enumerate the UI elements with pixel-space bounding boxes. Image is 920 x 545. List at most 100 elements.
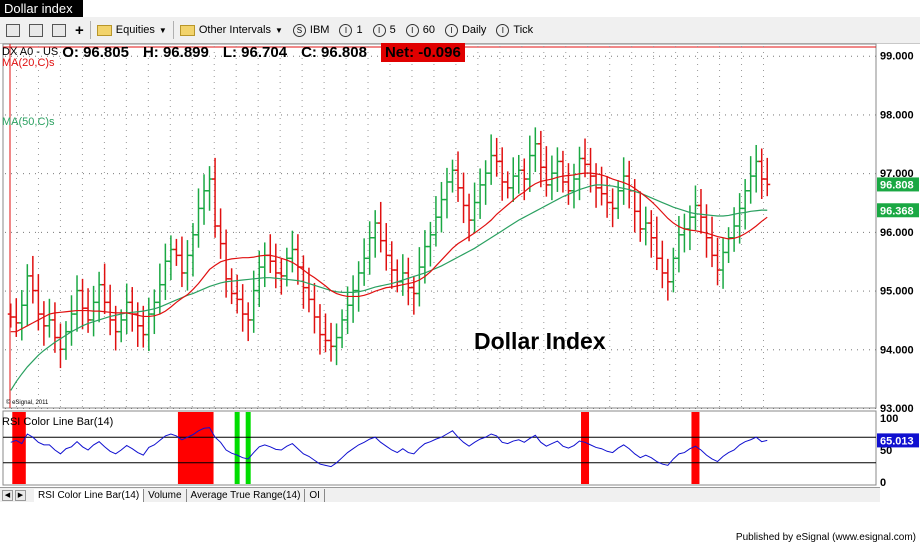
grid-dot: [609, 268, 611, 269]
rsi-overbought-bar: [205, 412, 214, 484]
grid-dot: [675, 148, 677, 149]
grid-dot: [491, 290, 492, 292]
grid-dot: [235, 196, 237, 197]
grid-dot: [543, 244, 545, 245]
grid-dot: [551, 55, 552, 57]
grid-dot: [719, 370, 721, 371]
grid-dot: [477, 106, 479, 107]
next-tab-icon[interactable]: ▶: [15, 489, 26, 501]
grid-dot: [161, 173, 162, 175]
grid-dot: [367, 214, 369, 215]
grid-dot: [631, 388, 633, 389]
grid-dot: [631, 400, 633, 401]
tab-rsi[interactable]: RSI Color Line Bar(14): [34, 488, 145, 502]
grid-dot: [675, 256, 677, 257]
grid-dot: [845, 173, 846, 175]
grid-dot: [213, 118, 215, 119]
grid-dot: [563, 55, 564, 57]
add-icon[interactable]: +: [75, 20, 84, 40]
link-icon[interactable]: [6, 20, 23, 40]
grid-dot: [367, 388, 369, 389]
grid-dot: [279, 262, 281, 263]
tab-volume[interactable]: Volume: [144, 488, 187, 502]
grid-dot: [411, 250, 413, 251]
grid-dot: [389, 166, 391, 167]
grid-dot: [697, 286, 699, 287]
grid-dot: [587, 244, 589, 245]
grid-dot: [279, 148, 281, 149]
grid-dot: [37, 130, 39, 131]
grid-dot: [147, 232, 149, 233]
grid-dot: [605, 408, 606, 409]
other-intervals-button[interactable]: Other Intervals ▼: [179, 20, 283, 40]
ibm-button[interactable]: S IBM: [292, 20, 329, 40]
grid-dot: [779, 55, 780, 57]
grid-dot: [37, 334, 39, 335]
tab-oi[interactable]: OI: [305, 488, 325, 502]
grid-dot: [697, 400, 699, 401]
chart-icon[interactable]: [29, 20, 46, 40]
grid-dot: [433, 154, 435, 155]
grid-dot: [371, 231, 372, 233]
daily-button[interactable]: I Daily: [444, 20, 486, 40]
interval-5-button[interactable]: I5: [372, 20, 396, 40]
grid-dot: [539, 290, 540, 292]
grid-dot: [235, 112, 237, 113]
grid-dot: [389, 274, 391, 275]
interval-1-button[interactable]: I1: [339, 20, 363, 40]
grid-dot: [725, 231, 726, 233]
grid-dot: [367, 298, 369, 299]
grid-dot: [461, 173, 462, 175]
page-icon[interactable]: [52, 20, 69, 40]
grid-dot: [565, 370, 567, 371]
grid-dot: [763, 118, 764, 119]
grid-dot: [743, 290, 744, 292]
grid-dot: [235, 142, 237, 143]
grid-dot: [609, 256, 611, 257]
grid-dot: [389, 346, 391, 347]
grid-dot: [741, 244, 743, 245]
grid-dot: [455, 112, 457, 113]
grid-dot: [47, 290, 48, 292]
grid-dot: [565, 190, 567, 191]
tab-atr[interactable]: Average True Range(14): [187, 488, 306, 502]
grid-dot: [653, 160, 655, 161]
grid-dot: [197, 408, 198, 409]
price-chart[interactable]: 99.00098.00097.00096.00095.00094.00093.0…: [0, 43, 920, 490]
grid-dot: [863, 231, 864, 233]
grid-dot: [107, 290, 108, 292]
grid-dot: [437, 173, 438, 175]
grid-dot: [543, 160, 545, 161]
prev-tab-icon[interactable]: ◀: [2, 489, 13, 501]
grid-dot: [287, 349, 288, 351]
grid-dot: [455, 322, 457, 323]
grid-dot: [609, 88, 611, 89]
grid-dot: [697, 244, 699, 245]
interval-60-button[interactable]: I 60: [405, 20, 435, 40]
grid-dot: [631, 94, 633, 95]
grid-dot: [235, 370, 237, 371]
grid-dot: [345, 322, 347, 323]
grid-dot: [323, 286, 325, 287]
grid-dot: [257, 406, 259, 407]
equities-button[interactable]: Equities ▼: [96, 20, 167, 40]
grid-dot: [653, 88, 655, 89]
grid-dot: [565, 202, 567, 203]
grid-dot: [389, 394, 391, 395]
grid-dot: [631, 106, 633, 107]
grid-dot: [779, 290, 780, 292]
grid-dot: [565, 88, 567, 89]
grid-dot: [785, 55, 786, 57]
grid-dot: [433, 328, 435, 329]
grid-dot: [697, 262, 699, 263]
grid-dot: [371, 349, 372, 351]
grid-dot: [213, 88, 215, 89]
grid-dot: [425, 114, 426, 116]
grid-dot: [239, 408, 240, 409]
grid-dot: [433, 388, 435, 389]
grid-dot: [609, 118, 611, 119]
tick-button[interactable]: I Tick: [496, 20, 533, 40]
grid-dot: [719, 178, 721, 179]
grid-dot: [41, 408, 42, 409]
grid-dot: [763, 322, 764, 323]
